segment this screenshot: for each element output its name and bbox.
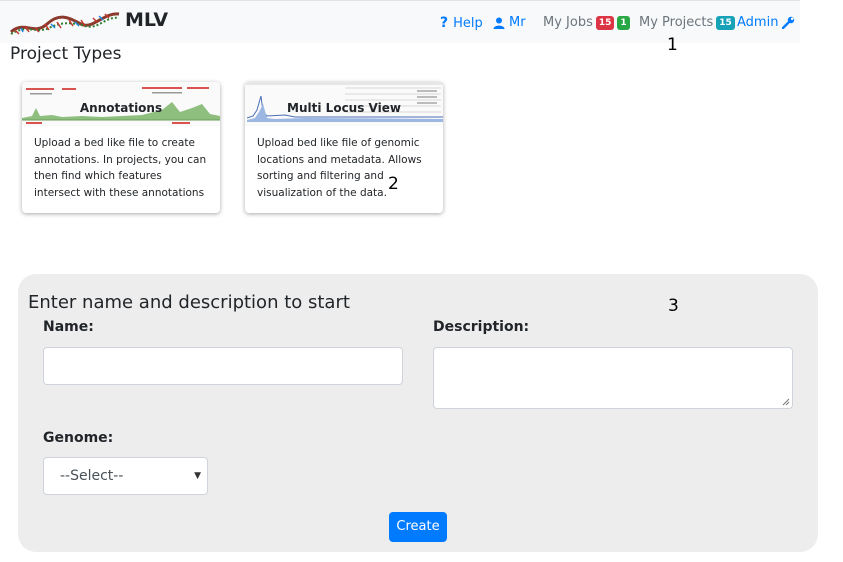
- my-projects-label: My Projects: [639, 15, 714, 30]
- admin-label: Admin: [737, 15, 779, 30]
- create-project-panel: Enter name and description to start 3 Na…: [18, 274, 818, 552]
- multi-locus-view-card-title: Multi Locus View: [287, 101, 401, 115]
- resize-handle-icon[interactable]: [782, 398, 790, 406]
- description-label: Description:: [433, 319, 530, 335]
- annotations-card[interactable]: Annotations Upload a bed like file to cr…: [22, 82, 220, 213]
- name-input[interactable]: [43, 347, 403, 385]
- multi-locus-view-card-description: Upload bed like file of genomic location…: [257, 137, 422, 199]
- top-navbar: MLV ? Help Mr My Jobs 15 1 My Projects 1…: [0, 0, 800, 43]
- genome-label: Genome:: [43, 430, 114, 446]
- create-button[interactable]: Create: [389, 512, 447, 542]
- project-types-heading: Project Types: [10, 44, 122, 64]
- question-icon: ?: [440, 15, 449, 31]
- projects-count-badge: 15: [716, 15, 735, 30]
- help-link[interactable]: ? Help: [440, 15, 483, 31]
- my-jobs-label: My Jobs: [543, 15, 593, 30]
- annotation-marker-3: 3: [668, 296, 679, 316]
- jobs-count-badge-green: 1: [617, 15, 630, 30]
- admin-link[interactable]: Admin: [737, 15, 795, 30]
- dropdown-caret-icon: ▼: [194, 471, 201, 481]
- annotation-marker-2: 2: [388, 174, 399, 194]
- dna-logo[interactable]: [9, 10, 121, 36]
- user-icon: [493, 17, 505, 29]
- name-label: Name:: [43, 319, 94, 335]
- create-project-heading: Enter name and description to start: [28, 292, 350, 313]
- genome-select[interactable]: --Select-- ▼: [43, 457, 208, 495]
- jobs-count-badge-red: 15: [595, 15, 615, 30]
- annotation-marker-1: 1: [667, 35, 678, 55]
- user-label: Mr: [509, 15, 526, 30]
- app-brand[interactable]: MLV: [125, 9, 168, 31]
- description-textarea[interactable]: [433, 347, 793, 409]
- annotations-card-description: Upload a bed like file to create annotat…: [34, 137, 207, 199]
- wrench-icon: [782, 16, 795, 29]
- multi-locus-view-card[interactable]: Multi Locus View Upload bed like file of…: [245, 82, 443, 213]
- genome-select-value: --Select--: [60, 468, 124, 484]
- my-projects-link[interactable]: My Projects 15: [639, 15, 735, 30]
- help-label: Help: [453, 15, 483, 31]
- annotations-card-title: Annotations: [79, 101, 163, 115]
- my-jobs-link[interactable]: My Jobs 15 1: [543, 15, 630, 30]
- user-menu[interactable]: Mr: [493, 15, 526, 30]
